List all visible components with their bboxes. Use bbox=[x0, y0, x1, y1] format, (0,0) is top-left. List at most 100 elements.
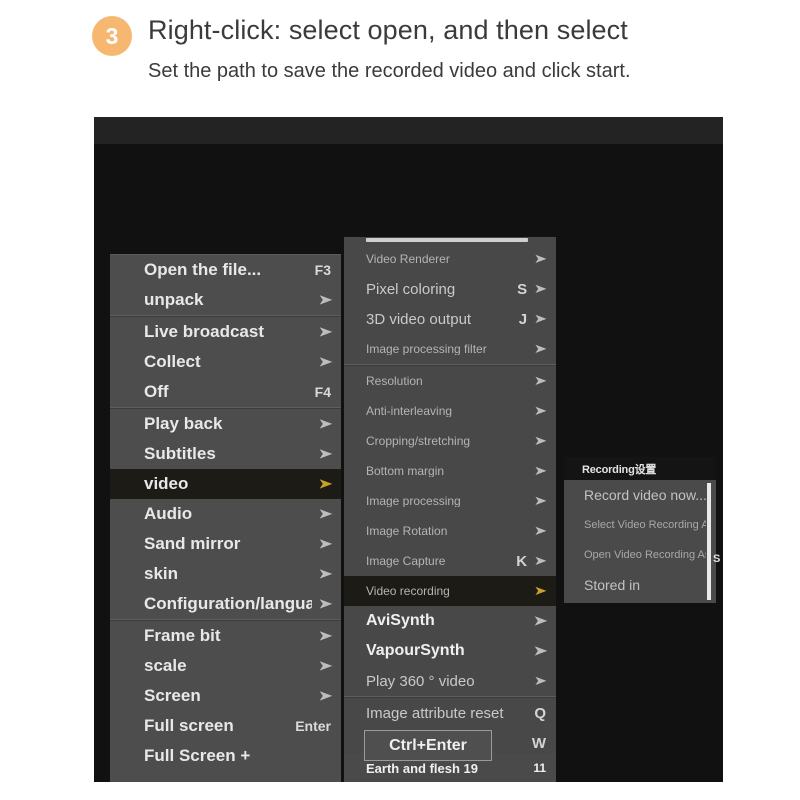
menu-item-record-video-now[interactable]: Record video now... bbox=[564, 480, 716, 510]
menu-item-label: Screen bbox=[144, 686, 201, 705]
recording-submenu-accel: S bbox=[713, 553, 721, 565]
menu-item-configuration-language-other[interactable]: Configuration/language/Other ➤ bbox=[110, 589, 341, 619]
menu-item-bottom-margin[interactable]: Bottom margin ➤ bbox=[344, 456, 556, 486]
menu-item-label: video bbox=[144, 474, 189, 493]
chevron-right-icon: ➤ bbox=[533, 553, 548, 568]
chevron-right-icon: ➤ bbox=[533, 251, 548, 266]
chevron-right-icon: ➤ bbox=[318, 688, 333, 703]
menu-item-unpack[interactable]: unpack ➤ bbox=[110, 285, 341, 315]
menu-item-subtitles[interactable]: Subtitles ➤ bbox=[110, 439, 341, 469]
menu-item-off[interactable]: Off F4 bbox=[110, 377, 341, 407]
chevron-right-icon: ➤ bbox=[318, 416, 333, 431]
menu-item-audio[interactable]: Audio ➤ bbox=[110, 499, 341, 529]
menu-item-label: Image processing bbox=[366, 494, 461, 508]
player-window: Open the file... F3 unpack ➤ Live broadcast ➤… bbox=[94, 117, 723, 782]
menu-item-label: Play back bbox=[144, 414, 223, 433]
chevron-right-icon: ➤ bbox=[318, 324, 333, 339]
menu-item-label: Select Video Recording Archive bbox=[584, 519, 706, 531]
menu-item-label: Cropping/stretching bbox=[366, 434, 471, 448]
menu-item-image-processing-filter[interactable]: Image processing filter ➤ bbox=[344, 334, 556, 364]
menu-item-accel: W bbox=[531, 734, 546, 752]
chevron-right-icon: ➤ bbox=[533, 523, 548, 538]
chevron-right-icon: ➤ bbox=[318, 476, 333, 491]
chevron-right-icon: ➤ bbox=[533, 373, 548, 388]
video-recording-submenu[interactable]: Record video now... Select Video Recordin… bbox=[564, 480, 716, 603]
menu-item-accel: 11 bbox=[533, 761, 546, 775]
menu-item-label: 3D video output bbox=[366, 310, 472, 328]
menu-item-label: Play 360 ° video bbox=[366, 672, 475, 690]
menu-item-avisynth[interactable]: AviSynth ➤ bbox=[344, 606, 556, 636]
menu-item-play-360-video[interactable]: Play 360 ° video ➤ bbox=[344, 666, 556, 696]
menu-item-image-processing[interactable]: Image processing ➤ bbox=[344, 486, 556, 516]
menu-item-label: Open Video Recording Archive bbox=[584, 549, 706, 561]
menu-item-label: VapourSynth bbox=[366, 642, 465, 659]
main-context-menu[interactable]: Open the file... F3 unpack ➤ Live broadcast ➤… bbox=[110, 254, 341, 782]
menu-item-label: Frame bit bbox=[144, 626, 221, 645]
chevron-right-icon: ➤ bbox=[533, 340, 548, 356]
chevron-right-icon: ➤ bbox=[318, 596, 333, 611]
recording-submenu-scrollbar[interactable] bbox=[707, 483, 711, 600]
chevron-right-icon: ➤ bbox=[318, 536, 333, 551]
menu-item-label: Configuration/language/Other bbox=[144, 594, 312, 613]
menu-item-label: Anti-interleaving bbox=[366, 404, 453, 418]
menu-item-select-video-recording-archive[interactable]: Select Video Recording Archive bbox=[564, 510, 716, 540]
menu-item-image-capture[interactable]: Image Capture K ➤ bbox=[344, 546, 556, 576]
menu-item-skin[interactable]: skin ➤ bbox=[110, 559, 341, 589]
menu-item-label: Full screen bbox=[144, 716, 234, 735]
menu-item-vapoursynth[interactable]: VapourSynth ➤ bbox=[344, 636, 556, 666]
menu-item-stored-in[interactable]: Stored in bbox=[564, 570, 716, 600]
menu-item-accel: F4 bbox=[314, 384, 331, 400]
menu-item-play-back[interactable]: Play back ➤ bbox=[110, 409, 341, 439]
menu-item-video-recording[interactable]: Video recording ➤ bbox=[344, 576, 556, 606]
menu-item-label: Earth and flesh 19 bbox=[366, 760, 478, 776]
chevron-right-icon: ➤ bbox=[318, 292, 333, 307]
chevron-right-icon: ➤ bbox=[533, 673, 548, 688]
submenu-scroll-grip[interactable] bbox=[366, 238, 528, 242]
menu-item-label: AviSynth bbox=[366, 612, 435, 629]
menu-item-label: Subtitles bbox=[144, 444, 216, 463]
menu-item-collect[interactable]: Collect ➤ bbox=[110, 347, 341, 377]
menu-item-label: Audio bbox=[144, 504, 193, 523]
menu-item-label: Image processing filter bbox=[366, 342, 487, 356]
instruction-header: 3 Right-click: select open, and then sel… bbox=[0, 0, 800, 110]
chevron-right-icon: ➤ bbox=[318, 506, 333, 521]
video-submenu[interactable]: Video Renderer ➤ Pixel coloring S ➤ 3D video … bbox=[344, 237, 556, 782]
menu-item-label: Sand mirror bbox=[144, 534, 241, 553]
menu-item-frame-bit[interactable]: Frame bit ➤ bbox=[110, 621, 341, 651]
step-number-badge: 3 bbox=[92, 16, 132, 56]
menu-item-open-video-recording-archive[interactable]: Open Video Recording Archive bbox=[564, 540, 716, 570]
menu-item-video-renderer[interactable]: Video Renderer ➤ bbox=[344, 244, 556, 274]
menu-item-label: Pixel coloring bbox=[366, 280, 456, 298]
chevron-right-icon: ➤ bbox=[533, 281, 548, 296]
menu-item-label: Image attribute reset bbox=[366, 704, 504, 722]
menu-item-accel: S bbox=[517, 280, 528, 298]
menu-item-full-screen[interactable]: Full Screen + bbox=[110, 741, 341, 771]
menu-item-full-screen[interactable]: Full screen Enter bbox=[110, 711, 341, 741]
chevron-right-icon: ➤ bbox=[533, 613, 548, 628]
menu-item-accel: F3 bbox=[314, 262, 331, 278]
menu-item-anti-interleaving[interactable]: Anti-interleaving ➤ bbox=[344, 396, 556, 426]
menu-item-label: Collect bbox=[144, 352, 201, 371]
menu-item-cropping-stretching[interactable]: Cropping/stretching ➤ bbox=[344, 426, 556, 456]
menu-item-open-the-file[interactable]: Open the file... F3 bbox=[110, 255, 341, 285]
menu-item-label: Off bbox=[144, 382, 169, 401]
menu-item-live-broadcast[interactable]: Live broadcast ➤ bbox=[110, 317, 341, 347]
menu-item-label: scale bbox=[144, 656, 187, 675]
menu-item-video[interactable]: video ➤ bbox=[110, 469, 341, 499]
menu-item-label: Image Rotation bbox=[366, 524, 448, 538]
menu-item-label: Resolution bbox=[366, 374, 423, 388]
chevron-right-icon: ➤ bbox=[318, 658, 333, 673]
menu-item-pixel-coloring[interactable]: Pixel coloring S ➤ bbox=[344, 274, 556, 304]
chevron-right-icon: ➤ bbox=[318, 628, 333, 643]
fullscreen-plus-accel-tooltip: Ctrl+Enter bbox=[364, 730, 492, 761]
menu-item-image-attribute-reset[interactable]: Image attribute reset Q bbox=[344, 698, 556, 728]
menu-item-label: Record video now... bbox=[584, 487, 706, 503]
menu-item-3d-video-output[interactable]: 3D video output J ➤ bbox=[344, 304, 556, 334]
page-title: Right-click: select open, and then selec… bbox=[148, 15, 628, 45]
menu-item-screen[interactable]: Screen ➤ bbox=[110, 681, 341, 711]
menu-item-sand-mirror[interactable]: Sand mirror ➤ bbox=[110, 529, 341, 559]
menu-item-scale[interactable]: scale ➤ bbox=[110, 651, 341, 681]
menu-item-resolution[interactable]: Resolution ➤ bbox=[344, 366, 556, 396]
chevron-right-icon: ➤ bbox=[533, 462, 548, 478]
menu-item-image-rotation[interactable]: Image Rotation ➤ bbox=[344, 516, 556, 546]
